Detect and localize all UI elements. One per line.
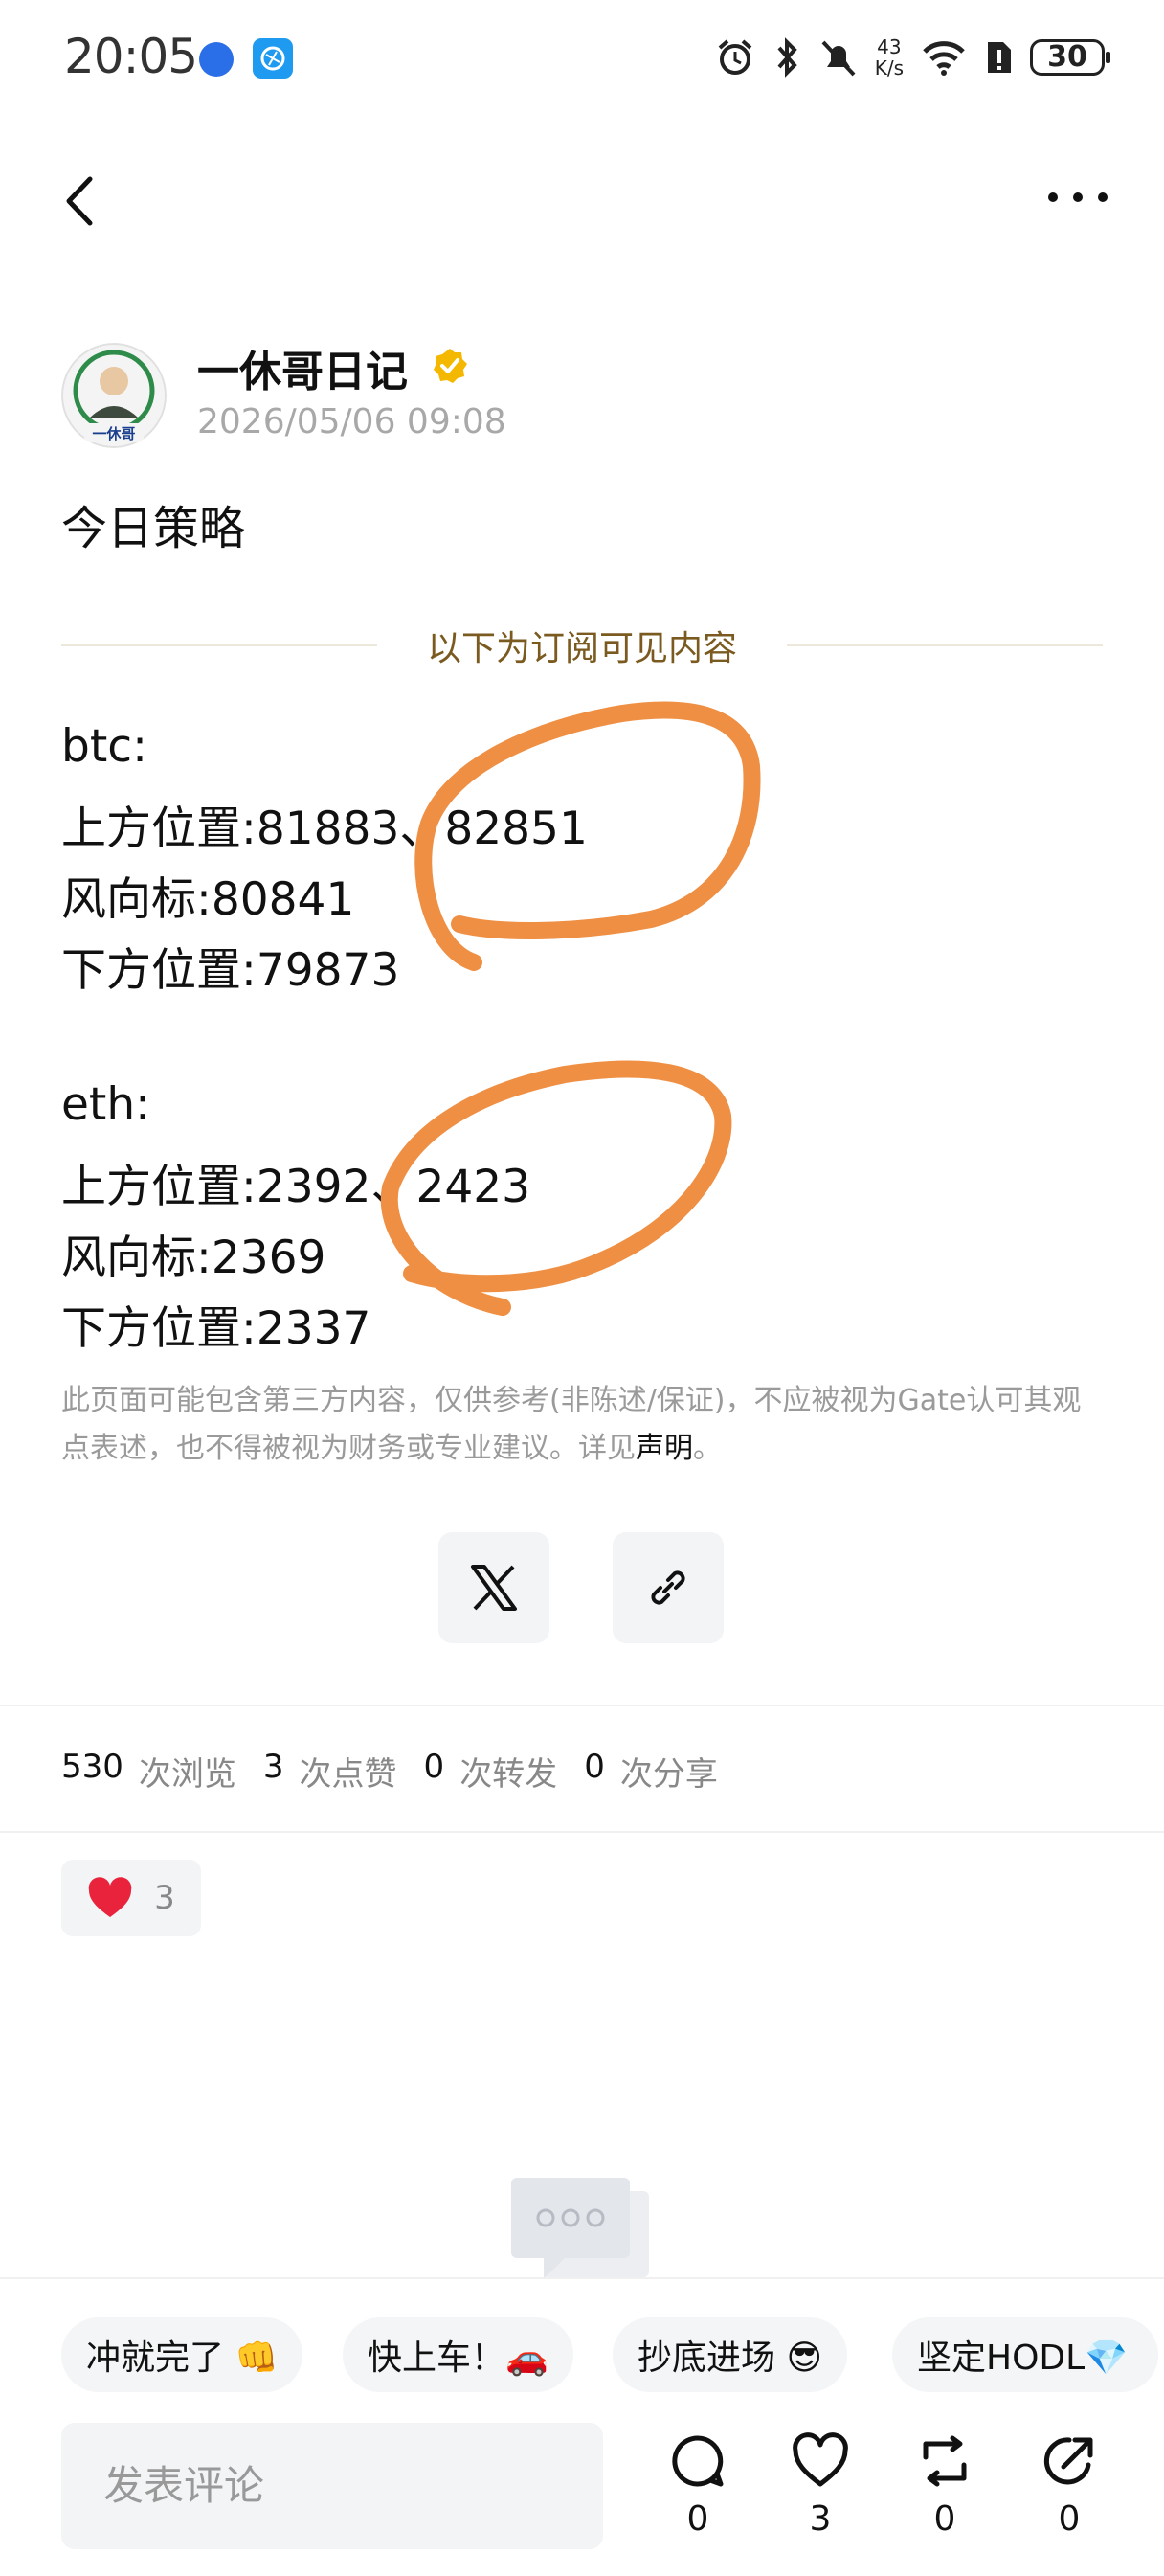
annotation-overlay	[380, 701, 761, 1316]
comment-input[interactable]: 发表评论	[61, 2423, 603, 2549]
heart-reaction-button[interactable]: 3	[61, 1860, 201, 1936]
like-count: 3	[809, 2499, 832, 2539]
empty-comments-icon	[505, 2172, 657, 2287]
divider	[0, 1705, 1164, 1706]
post-stats: 530 次浏览 3 次点赞 0 次转发 0 次分享	[61, 1748, 718, 1794]
heart-outline-icon	[793, 2432, 848, 2487]
quick-reply-chip[interactable]: 抄底进场 😎	[613, 2317, 847, 2392]
like-action-button[interactable]: 3	[777, 2432, 863, 2539]
link-icon	[651, 1570, 685, 1605]
annotation-circle	[380, 1060, 732, 1316]
comment-action-button[interactable]: 0	[655, 2432, 741, 2539]
comment-icon	[672, 2435, 724, 2487]
statement-link[interactable]: 声明	[636, 1432, 693, 1465]
comment-count: 0	[686, 2499, 709, 2539]
quick-reply-chip[interactable]: 冲就完了 👊	[61, 2317, 303, 2392]
heart-icon	[88, 1877, 132, 1917]
quick-reply-chip[interactable]: 坚定HODL💎	[892, 2317, 1158, 2392]
share-count: 0	[1058, 2499, 1081, 2539]
share-x-button[interactable]	[438, 1532, 549, 1643]
disclaimer: 此页面可能包含第三方内容，仅供参考(非陈述/保证)，不应被视为Gate认可其观点…	[61, 1384, 1082, 1465]
reaction-count: 3	[154, 1879, 175, 1917]
annotation-circle	[414, 701, 761, 971]
repost-count: 0	[933, 2499, 956, 2539]
repost-action-button[interactable]: 0	[902, 2432, 988, 2539]
copy-link-button[interactable]	[613, 1532, 724, 1643]
divider	[0, 1831, 1164, 1833]
share-icon	[1043, 2437, 1093, 2485]
x-icon	[471, 1565, 517, 1611]
repost-icon	[923, 2435, 967, 2487]
share-action-button[interactable]: 0	[1026, 2432, 1112, 2539]
quick-reply-chip[interactable]: 快上车！🚗	[343, 2317, 573, 2392]
